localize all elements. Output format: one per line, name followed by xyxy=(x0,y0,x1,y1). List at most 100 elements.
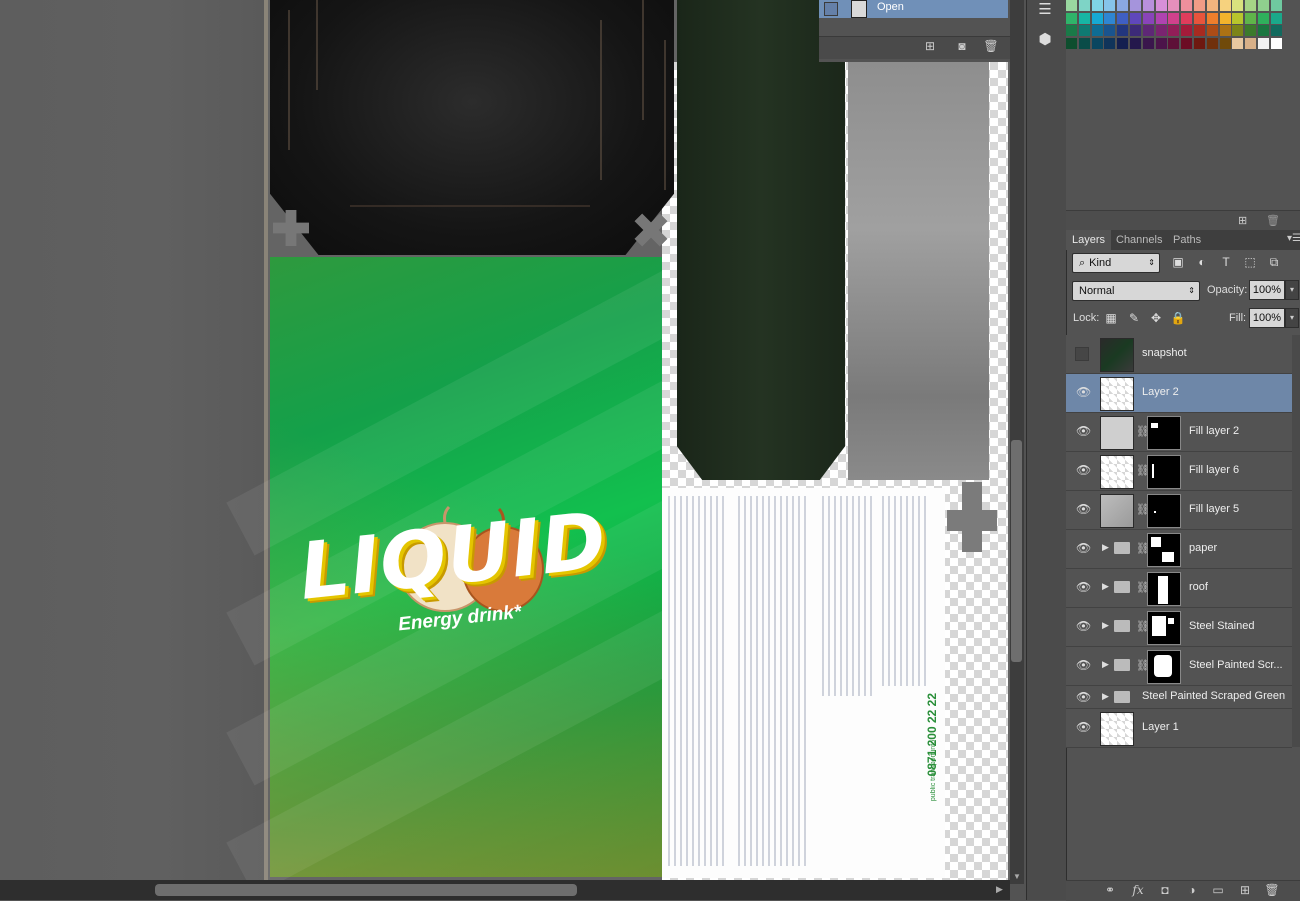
color-swatch[interactable] xyxy=(1130,37,1141,49)
color-swatch[interactable] xyxy=(1168,12,1180,24)
color-swatch[interactable] xyxy=(1117,0,1129,11)
lock-paint-icon[interactable]: ✎ xyxy=(1126,310,1142,326)
expand-arrow-icon[interactable]: ▶ xyxy=(1102,581,1109,592)
color-swatch[interactable] xyxy=(1155,37,1167,49)
3d-cube-icon[interactable]: ⬢ xyxy=(1034,30,1056,50)
link-icon[interactable]: ⚭ xyxy=(1101,882,1119,898)
layer-mask-thumbnail[interactable] xyxy=(1147,455,1181,489)
type-filter-icon[interactable]: T xyxy=(1218,254,1234,270)
history-item-open[interactable] xyxy=(819,0,1008,18)
color-swatch[interactable] xyxy=(1181,25,1193,36)
visibility-toggle-off[interactable] xyxy=(1075,347,1089,361)
add-mask-icon[interactable]: ◘ xyxy=(1156,882,1174,898)
color-swatch[interactable] xyxy=(1091,12,1103,24)
layer-row-roof[interactable]: 👁 ▶ ⛓ roof xyxy=(1066,569,1292,608)
color-swatch[interactable] xyxy=(1142,12,1154,24)
layer-mask-thumbnail[interactable] xyxy=(1147,494,1181,528)
color-swatch[interactable] xyxy=(1091,25,1103,36)
eye-icon[interactable]: 👁 xyxy=(1076,385,1091,399)
eye-icon[interactable]: 👁 xyxy=(1076,424,1091,438)
color-swatch[interactable] xyxy=(1232,0,1244,11)
color-swatch[interactable] xyxy=(1219,25,1231,36)
camera-icon[interactable]: ◙ xyxy=(954,39,970,53)
color-swatch[interactable] xyxy=(1181,37,1193,49)
lock-move-icon[interactable]: ✥ xyxy=(1148,310,1164,326)
expand-arrow-icon[interactable]: ▶ xyxy=(1102,542,1109,553)
color-swatch[interactable] xyxy=(1104,0,1116,11)
color-swatch[interactable] xyxy=(1206,25,1218,36)
color-swatch[interactable] xyxy=(1155,0,1167,11)
layer-name[interactable]: Fill layer 2 xyxy=(1189,425,1239,437)
layer-row-steel-painted-scraped-green[interactable]: 👁 ▶ Steel Painted Scraped Green xyxy=(1066,686,1292,709)
color-swatch[interactable] xyxy=(1181,0,1193,11)
fill-field[interactable]: 100% xyxy=(1249,308,1285,328)
history-brush-source-checkbox[interactable] xyxy=(824,2,838,16)
color-swatch[interactable] xyxy=(1117,12,1129,24)
fill-dropdown-icon[interactable]: ▾ xyxy=(1285,308,1299,328)
color-swatch[interactable] xyxy=(1091,0,1103,11)
color-swatch[interactable] xyxy=(1270,25,1282,36)
tab-layers[interactable]: Layers xyxy=(1066,230,1112,250)
color-swatch[interactable] xyxy=(1078,12,1090,24)
color-swatch[interactable] xyxy=(1206,37,1218,49)
color-swatch[interactable] xyxy=(1117,25,1129,36)
color-swatch[interactable] xyxy=(1194,37,1205,49)
color-swatch[interactable] xyxy=(1155,25,1167,36)
layer-mask-thumbnail[interactable] xyxy=(1147,572,1181,606)
layer-row-fill-layer-5[interactable]: 👁 ⛓ Fill layer 5 xyxy=(1066,491,1292,530)
color-swatch[interactable] xyxy=(1232,37,1244,49)
expand-arrow-icon[interactable]: ▶ xyxy=(1102,620,1109,631)
layer-filter-kind-select[interactable]: ⌕ Kind ⇕ xyxy=(1072,253,1160,273)
eye-icon[interactable]: 👁 xyxy=(1076,580,1091,594)
layer-row-layer-2[interactable]: 👁 Layer 2 xyxy=(1066,374,1292,413)
color-swatch[interactable] xyxy=(1194,25,1205,36)
layer-name[interactable]: Steel Stained xyxy=(1189,620,1254,632)
color-swatch[interactable] xyxy=(1232,12,1244,24)
tab-channels[interactable]: Channels xyxy=(1110,230,1168,250)
color-swatch[interactable] xyxy=(1104,12,1116,24)
layer-name[interactable]: Layer 1 xyxy=(1142,721,1179,733)
color-swatch[interactable] xyxy=(1142,37,1154,49)
image-filter-icon[interactable]: ▣ xyxy=(1170,254,1186,270)
color-swatch[interactable] xyxy=(1219,12,1231,24)
horizontal-scroll-thumb[interactable] xyxy=(155,884,577,896)
layer-row-snapshot[interactable]: snapshot xyxy=(1066,335,1292,374)
color-swatch[interactable] xyxy=(1258,0,1269,11)
layer-name[interactable]: Fill layer 5 xyxy=(1189,503,1239,515)
color-swatch[interactable] xyxy=(1270,12,1282,24)
color-swatch[interactable] xyxy=(1130,0,1141,11)
color-swatch[interactable] xyxy=(1130,12,1141,24)
fx-icon[interactable]: fx xyxy=(1129,882,1147,898)
panel-menu-icon[interactable]: ▾☰ xyxy=(1287,233,1300,244)
eye-icon[interactable]: 👁 xyxy=(1076,619,1091,633)
color-swatch[interactable] xyxy=(1066,12,1077,24)
layer-name[interactable]: Fill layer 6 xyxy=(1189,464,1239,476)
eye-icon[interactable]: 👁 xyxy=(1076,658,1091,672)
layer-mask-thumbnail[interactable] xyxy=(1147,533,1181,567)
eye-icon[interactable]: 👁 xyxy=(1076,463,1091,477)
color-swatch[interactable] xyxy=(1168,0,1180,11)
adjustment-layer-icon[interactable]: ◑ xyxy=(1183,882,1201,898)
layer-row-steel-painted-scr[interactable]: 👁 ▶ ⛓ Steel Painted Scr... xyxy=(1066,647,1292,686)
eye-icon[interactable]: 👁 xyxy=(1076,541,1091,555)
color-swatch[interactable] xyxy=(1104,37,1116,49)
layer-row-steel-stained[interactable]: 👁 ▶ ⛓ Steel Stained xyxy=(1066,608,1292,647)
color-swatch[interactable] xyxy=(1258,37,1269,49)
color-swatch[interactable] xyxy=(1078,37,1090,49)
layer-name[interactable]: paper xyxy=(1189,542,1217,554)
document-canvas[interactable]: LIQUID Energy drink* 0871 200 22 22 publ… xyxy=(0,0,1010,880)
eye-icon[interactable]: 👁 xyxy=(1076,502,1091,516)
new-layer-icon[interactable]: ⊞ xyxy=(1236,882,1254,898)
layer-mask-thumbnail[interactable] xyxy=(1147,416,1181,450)
eye-icon[interactable]: 👁 xyxy=(1076,720,1091,734)
layer-name[interactable]: snapshot xyxy=(1142,347,1187,359)
trash-icon[interactable]: 🗑 xyxy=(1266,214,1280,227)
shape-filter-icon[interactable]: ⬚ xyxy=(1242,254,1258,270)
opacity-dropdown-icon[interactable]: ▾ xyxy=(1285,280,1299,300)
layer-row-fill-layer-2[interactable]: 👁 ⛓ Fill layer 2 xyxy=(1066,413,1292,452)
eye-icon[interactable]: 👁 xyxy=(1076,690,1091,704)
color-swatch[interactable] xyxy=(1258,25,1269,36)
expand-arrow-icon[interactable]: ▶ xyxy=(1102,659,1109,670)
color-swatch[interactable] xyxy=(1194,0,1205,11)
color-swatch[interactable] xyxy=(1168,37,1180,49)
